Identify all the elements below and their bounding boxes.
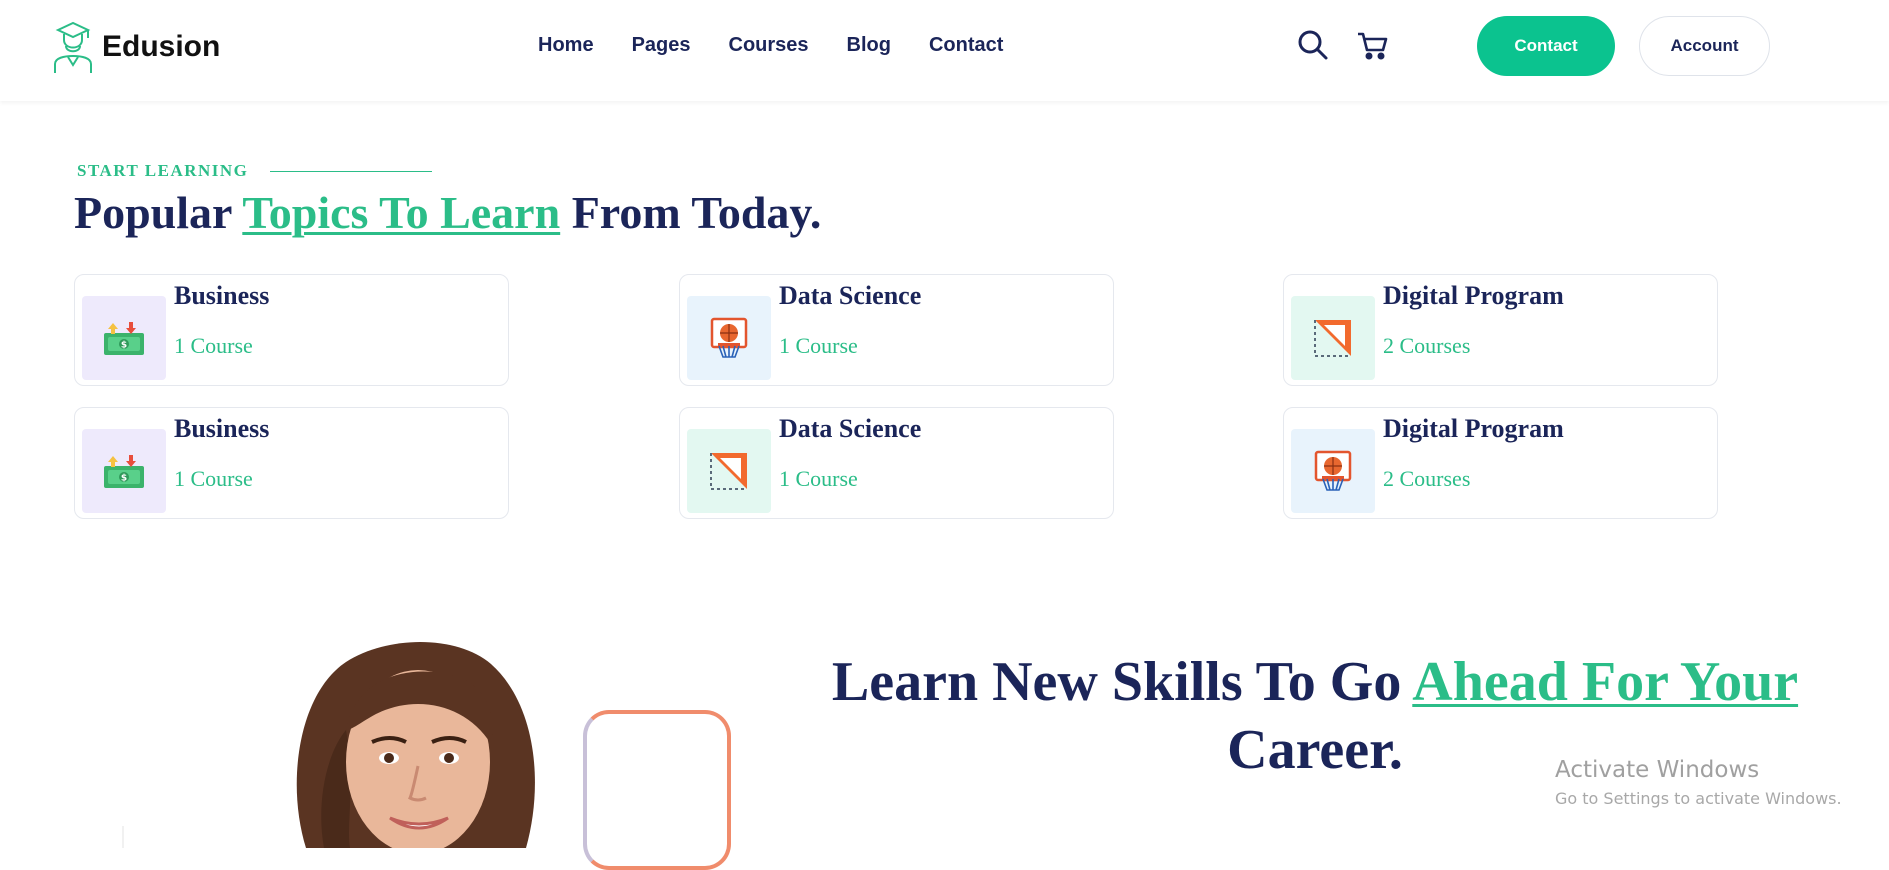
card-icon-box xyxy=(1291,429,1375,513)
cart-icon[interactable] xyxy=(1356,28,1390,62)
skills-title-end: Career. xyxy=(1227,719,1403,781)
title-highlight: Topics To Learn xyxy=(242,187,561,238)
skills-title-highlight: Ahead For Your xyxy=(1412,651,1799,713)
nav-contact[interactable]: Contact xyxy=(929,34,1003,57)
card-count: 1 Course xyxy=(779,466,858,491)
set-square-icon xyxy=(710,453,747,490)
card-count: 1 Course xyxy=(779,333,858,358)
topic-card-digital-program[interactable]: Digital Program 2 Courses xyxy=(1283,274,1718,386)
site-header: Edusion Home Pages Courses Blog Contact … xyxy=(0,0,1889,101)
card-count: 2 Courses xyxy=(1383,466,1471,491)
section-eyebrow: START LEARNING xyxy=(77,161,433,181)
topic-card-digital-program[interactable]: Digital Program 2 Courses xyxy=(1283,407,1718,519)
money-icon: $ xyxy=(104,455,144,488)
nav-blog[interactable]: Blog xyxy=(847,34,891,57)
card-count: 2 Courses xyxy=(1383,333,1471,358)
topic-card-business[interactable]: $ Business 1 Course xyxy=(74,407,509,519)
nav-home[interactable]: Home xyxy=(538,34,594,57)
watermark-subtitle: Go to Settings to activate Windows. xyxy=(1555,789,1842,808)
card-title: Business xyxy=(174,414,270,443)
decorative-frame xyxy=(583,710,731,870)
card-count: 1 Course xyxy=(174,466,253,491)
topic-card-data-science[interactable]: Data Science 1 Course xyxy=(679,274,1114,386)
card-icon-box: $ xyxy=(82,296,166,380)
basketball-hoop-icon xyxy=(1314,450,1352,491)
brand-name: Edusion xyxy=(102,30,221,63)
contact-button[interactable]: Contact xyxy=(1477,16,1615,76)
card-title: Business xyxy=(174,281,270,310)
basketball-hoop-icon xyxy=(710,317,748,358)
account-button[interactable]: Account xyxy=(1639,16,1770,76)
card-title: Digital Program xyxy=(1383,281,1564,310)
eyebrow-text: START LEARNING xyxy=(77,161,249,180)
section-title: Popular Topics To Learn From Today. xyxy=(74,186,821,239)
card-icon-box xyxy=(687,429,771,513)
topic-card-data-science[interactable]: Data Science 1 Course xyxy=(679,407,1114,519)
search-icon[interactable] xyxy=(1296,28,1330,62)
activate-windows-watermark: Activate Windows Go to Settings to activ… xyxy=(1555,757,1842,808)
card-icon-box xyxy=(687,296,771,380)
card-icon-box xyxy=(1291,296,1375,380)
logo[interactable]: Edusion xyxy=(52,20,220,74)
money-icon: $ xyxy=(104,322,144,355)
eyebrow-divider xyxy=(270,170,433,172)
watermark-title: Activate Windows xyxy=(1555,757,1760,783)
skills-title-start: Learn New Skills To Go xyxy=(831,651,1413,713)
title-start: Popular xyxy=(74,187,243,238)
nav-pages[interactable]: Pages xyxy=(632,34,691,57)
card-title: Digital Program xyxy=(1383,414,1564,443)
card-icon-box: $ xyxy=(82,429,166,513)
topic-card-business[interactable]: $ Business 1 Course xyxy=(74,274,509,386)
decorative-line xyxy=(122,826,124,848)
card-count: 1 Course xyxy=(174,333,253,358)
graduate-student-icon xyxy=(54,21,92,73)
instructor-portrait xyxy=(296,642,535,848)
main-nav: Home Pages Courses Blog Contact xyxy=(538,34,1003,57)
svg-text:$: $ xyxy=(121,474,127,484)
title-end: From Today. xyxy=(560,187,822,238)
card-title: Data Science xyxy=(779,414,922,443)
set-square-icon xyxy=(1314,320,1351,357)
card-title: Data Science xyxy=(779,281,922,310)
svg-text:$: $ xyxy=(121,341,127,351)
nav-courses[interactable]: Courses xyxy=(729,34,809,57)
